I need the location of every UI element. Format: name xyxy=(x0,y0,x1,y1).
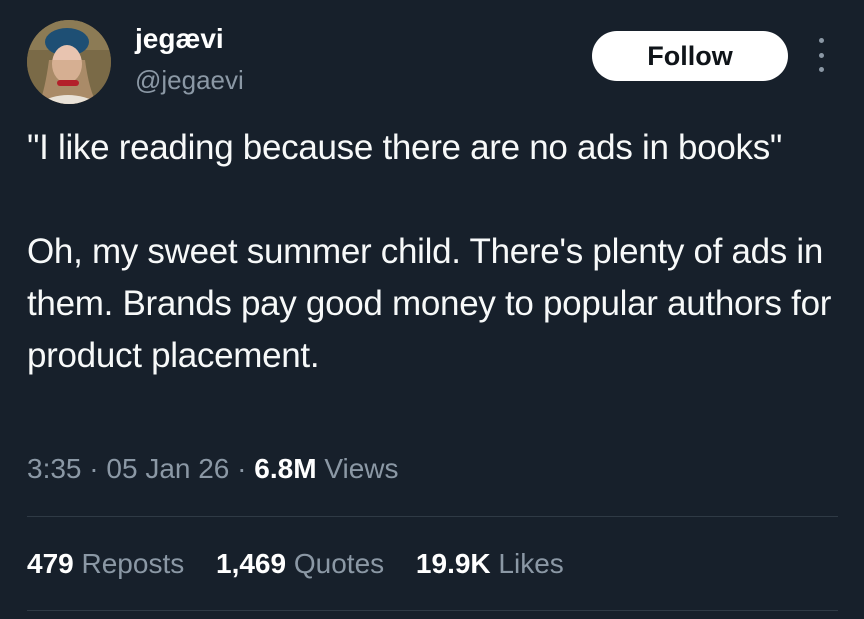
tweet-text: "I like reading because there are no ads… xyxy=(27,128,832,375)
quotes-count: 1,469 xyxy=(216,548,287,579)
more-dot xyxy=(818,67,824,72)
quotes-stat[interactable]: 1,469 Quotes xyxy=(216,544,384,584)
tweet-time[interactable]: 3:35 xyxy=(27,453,82,484)
quotes-label: Quotes xyxy=(293,548,385,579)
likes-count: 19.9K xyxy=(415,548,491,579)
likes-label: Likes xyxy=(498,548,564,579)
reposts-label: Reposts xyxy=(81,548,185,579)
reposts-stat[interactable]: 479 Reposts xyxy=(27,544,184,584)
tweet-meta: 3:35 · 05 Jan 26 · 6.8M Views xyxy=(27,449,399,489)
reposts-count: 479 xyxy=(27,548,74,579)
divider xyxy=(27,516,838,517)
avatar-image xyxy=(27,20,111,104)
display-name[interactable]: jegævi xyxy=(135,22,224,56)
meta-separator: · xyxy=(237,453,247,484)
divider xyxy=(27,610,838,611)
meta-separator: · xyxy=(89,453,99,484)
engagement-stats: 479 Reposts 1,469 Quotes 19.9K Likes xyxy=(27,544,588,584)
views-label: Views xyxy=(324,453,399,484)
tweet-date[interactable]: 05 Jan 26 xyxy=(106,453,229,484)
avatar[interactable] xyxy=(27,20,111,104)
follow-button[interactable]: Follow xyxy=(592,31,788,81)
views-count: 6.8M xyxy=(254,453,317,484)
more-dot xyxy=(818,52,824,58)
more-dot xyxy=(818,38,824,43)
more-vertical-icon[interactable] xyxy=(814,38,828,72)
likes-stat[interactable]: 19.9K Likes xyxy=(416,544,564,584)
user-handle[interactable]: @jegaevi xyxy=(135,64,244,96)
